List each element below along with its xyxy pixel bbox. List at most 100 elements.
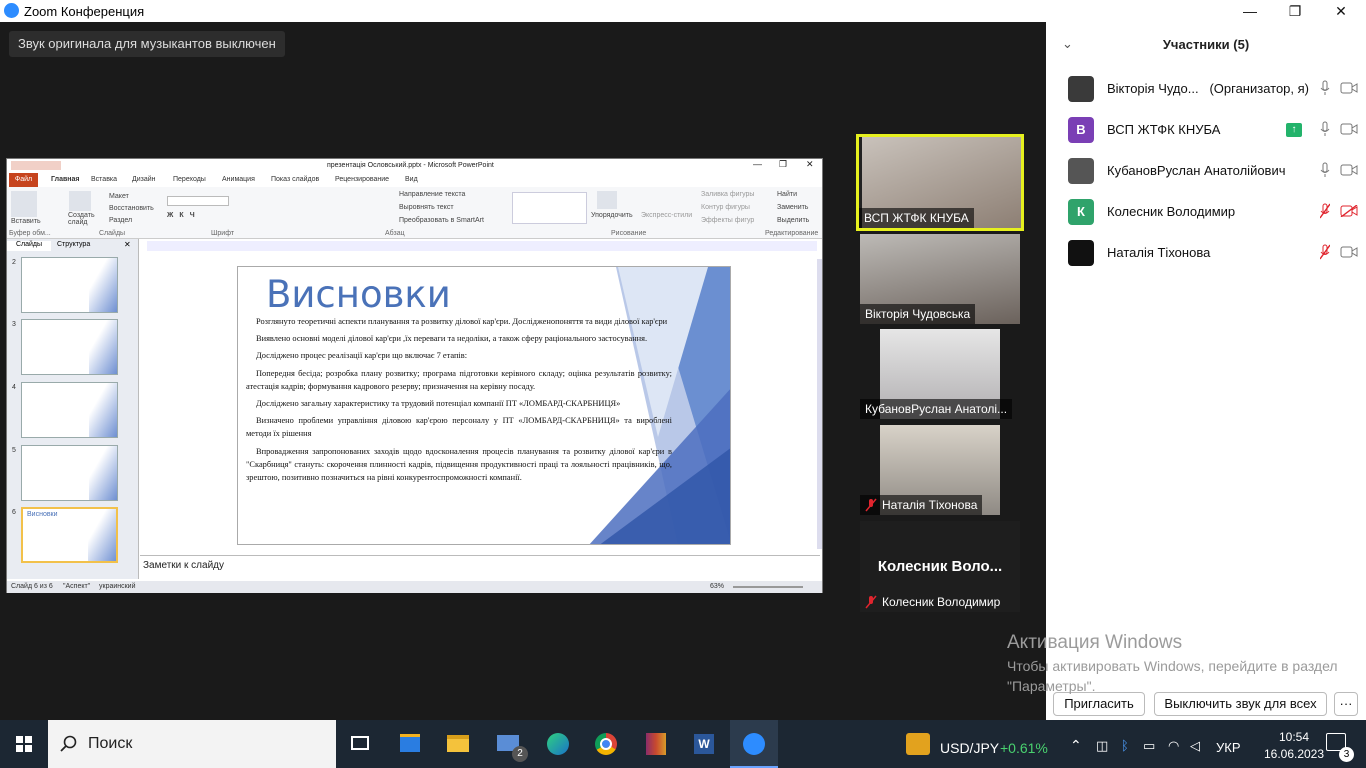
ribbon-item: Упорядочить: [591, 212, 633, 219]
participant-name: Вікторія Чудо... (Организатор, я): [1107, 81, 1310, 96]
meet-now-icon[interactable]: ◫: [1096, 738, 1108, 754]
avatar: К: [1068, 199, 1094, 225]
clock-time[interactable]: 10:54: [1266, 730, 1322, 744]
microsoft-store-icon[interactable]: [386, 720, 434, 768]
participant-row[interactable]: В ВСП ЖТФК КНУБА ↑: [1046, 110, 1366, 151]
ribbon-item: Направление текста: [399, 191, 466, 198]
original-sound-notification: Звук оригинала для музыкантов выключен: [9, 31, 285, 57]
shapes-gallery: [512, 192, 587, 224]
ppt-close-icon: ✕: [806, 159, 814, 169]
ribbon-item: Найти: [777, 191, 797, 198]
participant-row[interactable]: КубановРуслан Анатолійович: [1046, 151, 1366, 192]
close-button[interactable]: ✕: [1318, 0, 1364, 22]
shared-screen-powerpoint: презентація Ословський.pptx - Microsoft …: [6, 158, 823, 593]
video-tile[interactable]: Колесник Воло... Колесник Володимир: [860, 521, 1020, 612]
edge-browser-icon[interactable]: [534, 720, 582, 768]
ribbon-item: Контур фигуры: [701, 204, 750, 211]
mic-icon[interactable]: [1320, 80, 1330, 96]
ribbon-group-label: Шрифт: [211, 230, 235, 237]
wifi-icon[interactable]: ◠: [1168, 738, 1179, 754]
zoom-taskbar-icon[interactable]: [730, 720, 778, 768]
participant-row[interactable]: Вікторія Чудо... (Организатор, я): [1046, 69, 1366, 110]
slide-number: 2: [12, 259, 16, 266]
ppt-file-tab: Файл: [9, 173, 38, 187]
video-name-label: ВСП ЖТФК КНУБА: [859, 208, 974, 228]
mail-icon[interactable]: 2: [484, 720, 532, 768]
restore-button[interactable]: ❐: [1272, 0, 1318, 22]
theme-name: "Аспект": [63, 583, 91, 590]
mic-icon[interactable]: [1320, 121, 1330, 137]
video-tile[interactable]: Наталія Тіхонова: [860, 425, 1020, 515]
ticker-change: +0.61%: [1000, 740, 1048, 756]
bluetooth-icon[interactable]: ᛒ: [1121, 738, 1129, 753]
ppt-minimize-icon: —: [753, 159, 762, 169]
video-off-icon[interactable]: [1340, 205, 1358, 217]
video-tile-active[interactable]: ВСП ЖТФК КНУБА: [856, 134, 1024, 231]
slide-paragraph: Визначено проблеми управління діловою ка…: [246, 416, 672, 439]
ribbon-group-label: Рисование: [611, 230, 647, 237]
slide-thumbnail: [21, 257, 118, 313]
volume-icon[interactable]: ◁: [1190, 738, 1200, 754]
ppt-tab: Вид: [405, 176, 418, 183]
ppt-ribbon: Вставить Создать слайд Макет Восстановит…: [7, 187, 822, 239]
quick-access-toolbar: [11, 161, 61, 170]
ppt-tab: Показ слайдов: [271, 176, 320, 183]
ticker-symbol[interactable]: USD/JPY: [940, 740, 999, 756]
outline-panel-tab: Структура: [57, 241, 91, 248]
slide-body: Розглянуто теоретичні аспекти планування…: [246, 315, 672, 488]
slide-counter: Слайд 6 из 6: [11, 583, 53, 590]
avatar: [1068, 76, 1094, 102]
video-tile[interactable]: КубановРуслан Анатолі...: [860, 329, 1020, 419]
font-family-box: [167, 196, 229, 206]
winrar-icon[interactable]: [632, 720, 680, 768]
participant-row[interactable]: Наталія Тіхонова: [1046, 233, 1366, 274]
slide-paragraph: Впровадження запропонованих заходів щодо…: [246, 446, 672, 483]
slide-paragraph: Розглянуто теоретичні аспекти планування…: [256, 317, 668, 326]
slide-scrollbar: [817, 259, 822, 549]
watermark-title: Активация Windows: [1007, 632, 1183, 653]
file-explorer-icon[interactable]: [434, 720, 482, 768]
slide-thumbnail: [21, 382, 118, 438]
video-camera-icon[interactable]: [1340, 123, 1358, 135]
clock-date[interactable]: 16.06.2023: [1260, 747, 1328, 761]
zoom-slider: [733, 586, 803, 588]
slide-thumbnail-selected: Висновки: [21, 507, 118, 563]
minimize-button[interactable]: —: [1227, 0, 1273, 22]
muted-mic-icon[interactable]: [1320, 244, 1330, 260]
task-view-icon[interactable]: [336, 720, 384, 768]
windows-activation-watermark: Активация Windows Чтобы активировать Win…: [1007, 632, 1338, 694]
video-camera-icon[interactable]: [1340, 164, 1358, 176]
video-tile[interactable]: Вікторія Чудовська: [860, 234, 1020, 324]
video-camera-icon[interactable]: [1340, 82, 1358, 94]
window-title-bar: Zoom Конференция — ❐ ✕: [0, 0, 1366, 22]
ribbon-item: Преобразовать в SmartArt: [399, 217, 484, 224]
tray-chevron-icon[interactable]: ⌃: [1070, 737, 1082, 754]
input-language[interactable]: УКР: [1216, 740, 1241, 755]
ribbon-item: Создать слайд: [68, 212, 95, 226]
slide-thumbnail: [21, 319, 118, 375]
current-slide: Висновки Розглянуто теоретичні аспекти п…: [237, 266, 731, 545]
ppt-tab: Дизайн: [132, 176, 156, 183]
slide-thumbnails-pane: Слайды Структура ✕ 2 3 4 5 6 Висновки: [7, 239, 139, 579]
taskbar-search-box[interactable]: Поиск: [48, 720, 336, 768]
battery-icon[interactable]: ▭: [1143, 738, 1155, 754]
participants-panel: ⌄ Участники (5) Вікторія Чудо... (Органи…: [1046, 22, 1366, 720]
chrome-icon[interactable]: [582, 720, 630, 768]
video-camera-icon[interactable]: [1340, 246, 1358, 258]
ribbon-item: Эффекты фигур: [701, 217, 755, 224]
ppt-restore-icon: ❐: [779, 159, 788, 169]
muted-mic-icon[interactable]: [1320, 203, 1330, 219]
video-name-label: КубановРуслан Анатолі...: [860, 399, 1013, 419]
muted-mic-icon: [865, 498, 877, 512]
mic-icon[interactable]: [1320, 162, 1330, 178]
participant-name: ВСП ЖТФК КНУБА: [1107, 122, 1221, 137]
ribbon-item: Выровнять текст: [399, 204, 454, 211]
paste-icon: [11, 191, 37, 217]
window-title: Zoom Конференция: [24, 4, 145, 19]
participant-row[interactable]: К Колесник Володимир: [1046, 192, 1366, 233]
windows-start-icon[interactable]: [0, 720, 48, 768]
word-icon[interactable]: W: [680, 720, 728, 768]
participant-name: КубановРуслан Анатолійович: [1107, 163, 1286, 178]
ppt-tab: Вставка: [91, 176, 118, 183]
stocks-widget-icon[interactable]: [906, 733, 930, 755]
